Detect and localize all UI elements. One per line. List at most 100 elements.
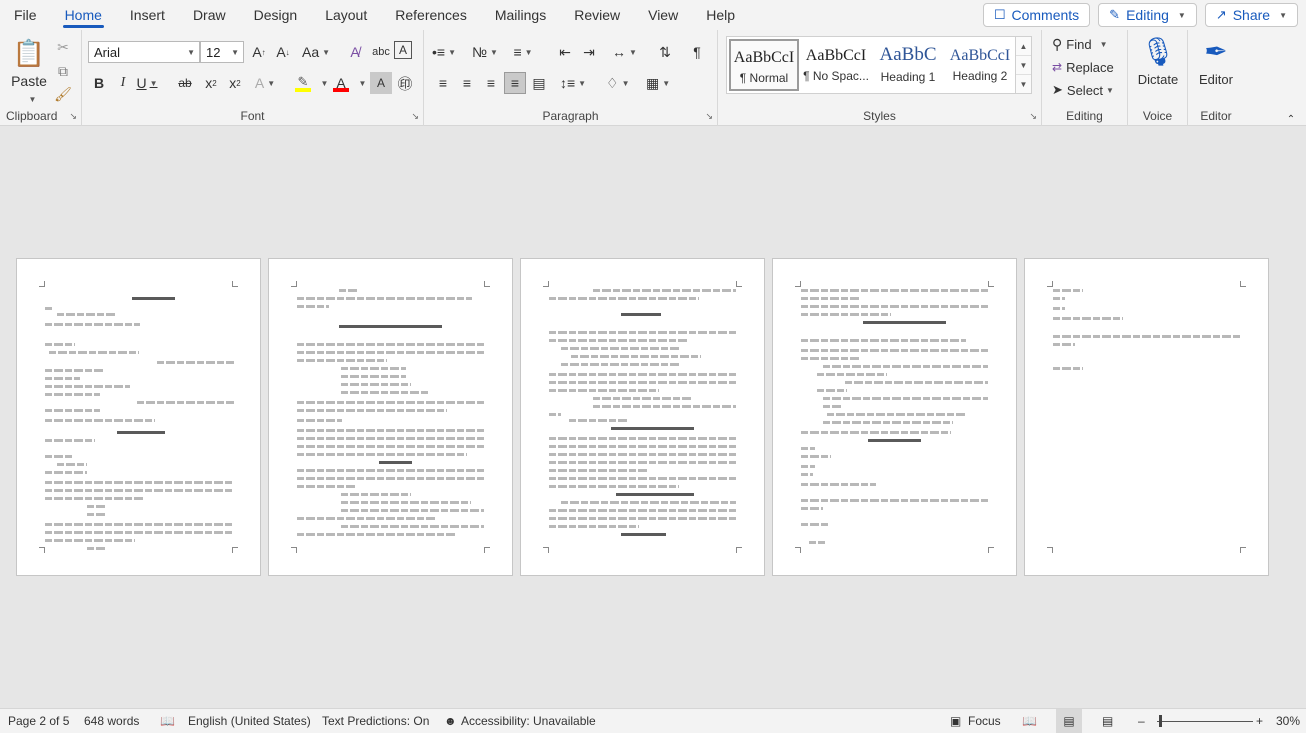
chevron-up-icon[interactable]: ▲ <box>1016 37 1031 56</box>
enclose-characters-icon[interactable]: ㊞ <box>394 72 416 94</box>
strikethrough-button[interactable]: ab <box>174 72 196 94</box>
comments-button[interactable]: ☐ Comments <box>982 3 1091 27</box>
page-count[interactable]: Page 2 of 5 <box>8 709 69 733</box>
clear-formatting-icon[interactable]: A̸ <box>344 41 366 63</box>
style-heading-2[interactable]: AaBbCcI Heading 2 <box>945 39 1015 91</box>
phonetic-guide-icon[interactable]: abc <box>370 41 392 63</box>
copy-icon[interactable]: ⧉ <box>52 60 74 82</box>
underline-button[interactable]: U ▼ <box>136 72 158 94</box>
document-page-5[interactable] <box>1024 258 1269 576</box>
highlight-color-button[interactable]: ✎ <box>292 72 314 94</box>
bullets-icon[interactable]: •≡ ▼ <box>432 41 456 63</box>
find-label: Find <box>1066 36 1092 52</box>
align-right-icon[interactable]: ≡ <box>480 72 502 94</box>
zoom-slider-thumb[interactable] <box>1159 715 1162 727</box>
chevron-down-icon[interactable]: ▼ <box>350 72 372 94</box>
borders-icon[interactable]: ▦ ▼ <box>646 72 670 94</box>
editor-pen-icon[interactable]: ✒ <box>1200 34 1232 68</box>
zoom-slider[interactable] <box>1157 721 1253 722</box>
dialog-launcher-icon[interactable]: ↘ <box>1029 111 1037 122</box>
chevron-down-icon[interactable]: ▼ <box>1016 56 1031 75</box>
subscript-button[interactable]: x2 <box>200 72 222 94</box>
numbering-icon[interactable]: № ▼ <box>472 41 498 63</box>
word-count[interactable]: 648 words <box>84 709 139 733</box>
sort-icon[interactable]: ⇅ <box>654 41 676 63</box>
zoom-level[interactable]: 30% <box>1276 709 1300 733</box>
dialog-launcher-icon[interactable]: ↘ <box>705 111 713 122</box>
document-page-2[interactable] <box>268 258 513 576</box>
shrink-font-icon[interactable]: A ↓ <box>272 41 294 63</box>
font-color-button[interactable]: A <box>330 72 352 94</box>
tab-file[interactable]: File <box>0 0 51 30</box>
proofing-icon[interactable]: 📖 <box>160 709 175 733</box>
text-predictions-status[interactable]: Text Predictions: On <box>322 709 429 733</box>
italic-button[interactable]: I <box>112 72 134 94</box>
tab-home[interactable]: Home <box>51 0 116 30</box>
font-family-select[interactable]: Arial ▼ <box>88 41 200 63</box>
line-spacing-icon[interactable]: ↕≡ ▼ <box>560 72 586 94</box>
pencil-icon: ✎ <box>1109 7 1121 22</box>
paste-button[interactable]: 📋 <box>10 36 48 70</box>
language-status[interactable]: English (United States) <box>188 709 311 733</box>
tab-insert[interactable]: Insert <box>116 0 179 30</box>
character-border-icon[interactable]: A <box>394 41 412 59</box>
clipboard-group: 📋 Paste ▼ ✂ ⧉ 🖌 Clipboard ↘ <box>0 30 82 126</box>
more-styles-icon[interactable]: ▼ <box>1016 75 1031 94</box>
editing-mode-button[interactable]: ✎ Editing ▼ <box>1098 3 1197 27</box>
style-no-spacing[interactable]: AaBbCcI ¶ No Spac... <box>801 39 871 91</box>
grow-font-icon[interactable]: A ↑ <box>248 41 270 63</box>
superscript-button[interactable]: x2 <box>224 72 246 94</box>
distributed-icon[interactable]: ▤ <box>528 72 550 94</box>
asian-layout-icon[interactable]: ↔ ▼ <box>612 41 637 63</box>
cut-icon[interactable]: ✂ <box>52 36 74 58</box>
select-button[interactable]: ➤ Select ▼ <box>1052 79 1114 101</box>
tab-design[interactable]: Design <box>240 0 312 30</box>
tab-help[interactable]: Help <box>692 0 749 30</box>
share-button[interactable]: ↗ Share ▼ <box>1204 3 1298 27</box>
character-shading-icon[interactable]: A <box>370 72 392 94</box>
tab-mailings[interactable]: Mailings <box>481 0 560 30</box>
accessibility-status[interactable]: Accessibility: Unavailable <box>461 709 596 733</box>
print-layout-icon[interactable]: ▤ <box>1056 709 1082 733</box>
document-page-4[interactable] <box>772 258 1017 576</box>
document-page-3[interactable] <box>520 258 765 576</box>
multilevel-list-icon[interactable]: ≡ ▼ <box>512 41 534 63</box>
format-painter-icon[interactable]: 🖌 <box>52 83 74 105</box>
font-size-select[interactable]: 12 ▼ <box>200 41 244 63</box>
decrease-indent-icon[interactable]: ⇤ <box>554 41 576 63</box>
dialog-launcher-icon[interactable]: ↘ <box>69 111 77 122</box>
tab-view[interactable]: View <box>634 0 692 30</box>
style-heading-1[interactable]: AaBbC Heading 1 <box>873 39 943 91</box>
bold-button[interactable]: B <box>88 72 110 94</box>
zoom-out-icon[interactable]: – <box>1138 709 1145 733</box>
tab-references[interactable]: References <box>381 0 481 30</box>
focus-button[interactable]: Focus <box>968 709 1001 733</box>
text-effects-icon[interactable]: A ▼ <box>254 72 276 94</box>
microphone-icon[interactable]: 🎙 <box>1140 34 1176 68</box>
tab-draw[interactable]: Draw <box>179 0 240 30</box>
find-button[interactable]: ⚲ Find ▼ <box>1052 33 1107 55</box>
read-mode-icon[interactable]: 📖 <box>1022 709 1037 733</box>
show-formatting-icon[interactable]: ¶ <box>686 41 708 63</box>
paragraph-group: •≡ ▼ № ▼ ≡ ▼ ⇤ ⇥ ↔ ▼ ⇅ ¶ ≡ ≡ ≡ ≡ ▤ ↕≡ ▼ ♢ ▼ ▦ ▼… <box>424 30 718 126</box>
style-normal[interactable]: AaBbCcI ¶ Normal <box>729 39 799 91</box>
dialog-launcher-icon[interactable]: ↘ <box>411 111 419 122</box>
chevron-down-icon[interactable]: ▼ <box>20 88 42 110</box>
zoom-in-icon[interactable]: + <box>1256 709 1263 733</box>
editor-button[interactable]: Editor <box>1190 68 1242 90</box>
document-area[interactable] <box>0 127 1306 707</box>
align-center-icon[interactable]: ≡ <box>456 72 478 94</box>
web-layout-icon[interactable]: ▤ <box>1102 709 1113 733</box>
tab-layout[interactable]: Layout <box>311 0 381 30</box>
replace-button[interactable]: ⇄ Replace <box>1052 56 1114 78</box>
dictate-button[interactable]: Dictate <box>1132 68 1184 90</box>
style-heading-2-name: Heading 2 <box>952 69 1008 83</box>
document-page-1[interactable] <box>16 258 261 576</box>
increase-indent-icon[interactable]: ⇥ <box>578 41 600 63</box>
change-case-icon[interactable]: Aa ▼ <box>302 41 330 63</box>
shading-icon[interactable]: ♢ ▼ <box>606 72 629 94</box>
justify-icon[interactable]: ≡ <box>504 72 526 94</box>
tab-review[interactable]: Review <box>560 0 634 30</box>
align-left-icon[interactable]: ≡ <box>432 72 454 94</box>
font-family-value: Arial <box>94 44 121 60</box>
